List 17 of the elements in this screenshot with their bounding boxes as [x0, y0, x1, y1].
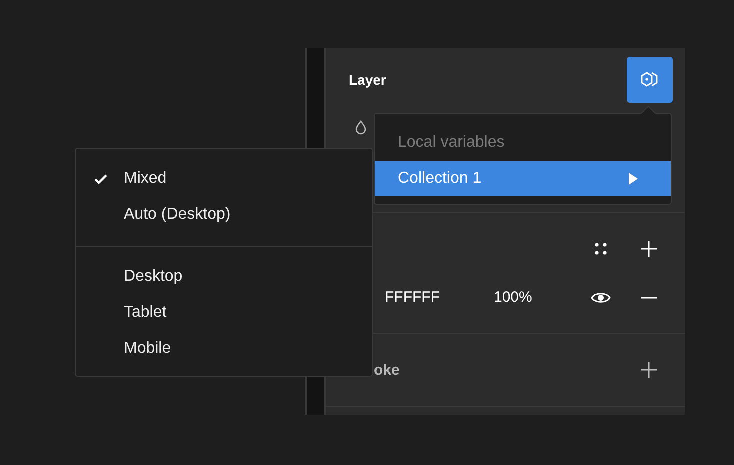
drop-icon [355, 120, 367, 135]
variables-button[interactable] [627, 57, 673, 103]
fill-opacity-value[interactable]: 100% [494, 289, 532, 306]
mode-item[interactable]: Mobile [76, 331, 372, 367]
hexagon-icon [640, 71, 660, 89]
mode-item[interactable]: Auto (Desktop) [76, 197, 372, 233]
mode-item[interactable]: Mixed [76, 161, 372, 197]
styles-icon[interactable] [594, 242, 608, 256]
eye-icon[interactable] [591, 290, 611, 304]
mode-item[interactable]: Desktop [76, 259, 372, 295]
minus-icon[interactable] [640, 296, 658, 300]
collection-item[interactable]: Collection 1 [375, 161, 671, 196]
menu-header: Local variables [397, 133, 506, 153]
plus-icon[interactable] [640, 361, 658, 379]
stroke-label: oke [374, 362, 400, 378]
mode-item[interactable]: Tablet [76, 295, 372, 331]
layer-title: Layer [349, 72, 386, 88]
